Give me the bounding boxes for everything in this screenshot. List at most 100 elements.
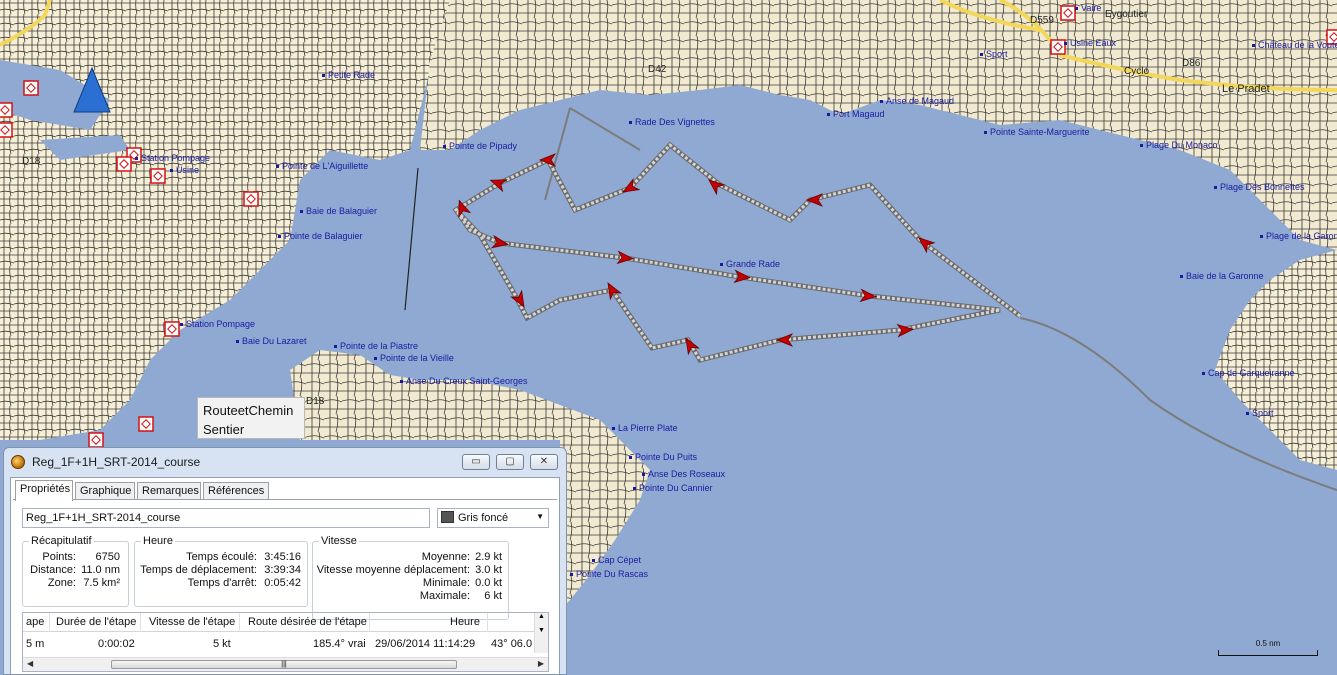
map-label: Anse Du Creux Saint-Georges: [400, 376, 528, 386]
map-label: Cap Cépet: [592, 555, 641, 565]
heure-value: 3:45:16: [264, 551, 301, 563]
road-label: Le Pradet: [1222, 83, 1270, 95]
map-label: Château de la Voute: [1252, 40, 1337, 50]
map-label: Sport: [1246, 408, 1274, 418]
column-header[interactable]: Vitesse de l'étape: [149, 616, 235, 628]
map-label: Sport: [980, 49, 1008, 59]
tab-proprietes[interactable]: Propriétés: [15, 480, 73, 501]
map-label: Vaire: [1075, 3, 1101, 13]
map-label: Pointe Du Rascas: [570, 569, 648, 579]
road-label: D559: [1030, 15, 1054, 26]
road-label: D42: [648, 64, 667, 75]
table-cell: 0:00:02: [98, 638, 135, 650]
road-label: Eygoutier: [1105, 9, 1148, 20]
vertical-scrollbar[interactable]: ▲ ▼: [534, 613, 548, 653]
map-label: Port Magaud: [827, 109, 885, 119]
group-title: Vitesse: [319, 535, 359, 547]
table-cell: 5 kt: [213, 638, 231, 650]
heure-group: Heure Temps écoulé: 3:45:16 Temps de dép…: [134, 535, 308, 607]
map-label: Baie de Balaguier: [300, 206, 377, 216]
tab-graphique[interactable]: Graphique: [75, 482, 135, 500]
scroll-right-icon[interactable]: ▶: [538, 659, 544, 668]
recap-value: 6750: [95, 551, 120, 563]
vitesse-value: 0.0 kt: [475, 577, 502, 589]
scroll-left-icon[interactable]: ◀: [27, 659, 33, 668]
poi-marker-icon[interactable]: [0, 102, 13, 118]
map-scale: 0.5 nm: [1216, 638, 1320, 658]
horizontal-scrollbar[interactable]: ◀ ||| ▶: [23, 657, 548, 671]
map-label: Usine Eaux: [1064, 38, 1116, 48]
recap-group: Récapitulatif Points: 6750 Distance: 11.…: [22, 535, 129, 607]
column-header[interactable]: ape: [26, 616, 44, 628]
poi-marker-icon[interactable]: [0, 122, 13, 138]
map-label: Rade Des Vignettes: [629, 117, 715, 127]
map-label: Baie Du Lazaret: [236, 336, 307, 346]
road-label: D18: [22, 156, 41, 167]
app-icon: [11, 455, 25, 469]
tab-references[interactable]: Références: [203, 482, 269, 500]
map-label: Plage de la Garonne: [1260, 231, 1337, 241]
column-divider: [369, 613, 370, 632]
window-client: Propriétés Graphique Remarques Référence…: [10, 477, 560, 674]
maximize-button[interactable]: ▢: [496, 454, 524, 470]
tab-remarques[interactable]: Remarques: [137, 482, 201, 500]
vitesse-label: Minimale:: [422, 577, 470, 589]
window-titlebar[interactable]: Reg_1F+1H_SRT-2014_course ▭ ▢ ✕: [4, 448, 566, 476]
color-swatch: [441, 511, 454, 523]
map-label: Pointe Sainte-Marguerite: [984, 127, 1090, 137]
vitesse-value: 6 kt: [484, 590, 502, 602]
map-label: Grande Rade: [720, 259, 780, 269]
map-tooltip: RouteetChemin Sentier: [197, 397, 305, 439]
column-header[interactable]: Heure: [450, 616, 480, 628]
map-label: Anse de Magaud: [880, 96, 954, 106]
heure-label: Temps écoulé:: [186, 551, 257, 563]
map-label: Pointe de Balaguier: [278, 231, 363, 241]
table-cell: 29/06/2014 11:14:29: [375, 638, 476, 650]
map-label: Pointe de Pipady: [443, 141, 517, 151]
column-divider: [239, 613, 240, 632]
minimize-button[interactable]: ▭: [462, 454, 490, 470]
column-divider: [49, 613, 50, 632]
recap-label: Zone:: [47, 577, 76, 589]
color-value: Gris foncé: [458, 512, 509, 524]
recap-value: 7.5 km²: [83, 577, 120, 589]
scale-label: 0.5 nm: [1255, 639, 1281, 648]
vitesse-group: Vitesse Moyenne: 2.9 kt Vitesse moyenne …: [312, 535, 509, 620]
table-cell: 43° 06.0: [491, 638, 533, 650]
road-label: Cyclo: [1124, 66, 1150, 77]
road-label: D18: [306, 396, 325, 407]
tooltip-line: Sentier: [203, 422, 245, 437]
track-properties-window[interactable]: Reg_1F+1H_SRT-2014_course ▭ ▢ ✕ Propriét…: [3, 447, 567, 675]
column-header[interactable]: Durée de l'étape: [56, 616, 136, 628]
map-label: Anse Des Roseaux: [642, 469, 725, 479]
track-name-input[interactable]: [22, 508, 430, 528]
map-label: Pointe de L'Aiguillette: [276, 161, 368, 171]
vitesse-label: Maximale:: [419, 590, 470, 602]
table-header: ape Durée de l'étape Vitesse de l'étape …: [23, 613, 534, 632]
map-label: Plage Des Bonnettes: [1214, 182, 1305, 192]
map-label: Pointe de la Piastre: [334, 341, 418, 351]
map-label: Station Pompage: [135, 153, 210, 163]
road-label: D86: [1182, 58, 1201, 69]
map-label: Usine: [170, 165, 199, 175]
vitesse-value: 3.0 kt: [475, 564, 502, 576]
group-title: Heure: [141, 535, 175, 547]
close-button[interactable]: ✕: [530, 454, 558, 470]
scale-bar: [1218, 650, 1318, 656]
heure-value: 0:05:42: [264, 577, 301, 589]
map-label: Petite Rade: [322, 70, 375, 80]
recap-value: 11.0 nm: [81, 564, 120, 576]
group-title: Récapitulatif: [29, 535, 94, 547]
color-select[interactable]: Gris foncé ▼: [437, 508, 549, 528]
heure-label: Temps de déplacement:: [140, 564, 257, 576]
column-divider: [140, 613, 141, 632]
table-cell: 185.4° vrai: [313, 638, 366, 650]
heure-label: Temps d'arrêt:: [187, 577, 257, 589]
column-header[interactable]: Route désirée de l'étape: [248, 616, 367, 628]
scroll-thumb[interactable]: |||: [111, 660, 457, 669]
map-label: Pointe Du Cannier: [633, 483, 713, 493]
legs-table[interactable]: ape Durée de l'étape Vitesse de l'étape …: [22, 612, 549, 672]
recap-label: Points:: [42, 551, 76, 563]
tooltip-line: RouteetChemin: [203, 403, 294, 418]
map-label: Baie de la Garonne: [1180, 271, 1264, 281]
